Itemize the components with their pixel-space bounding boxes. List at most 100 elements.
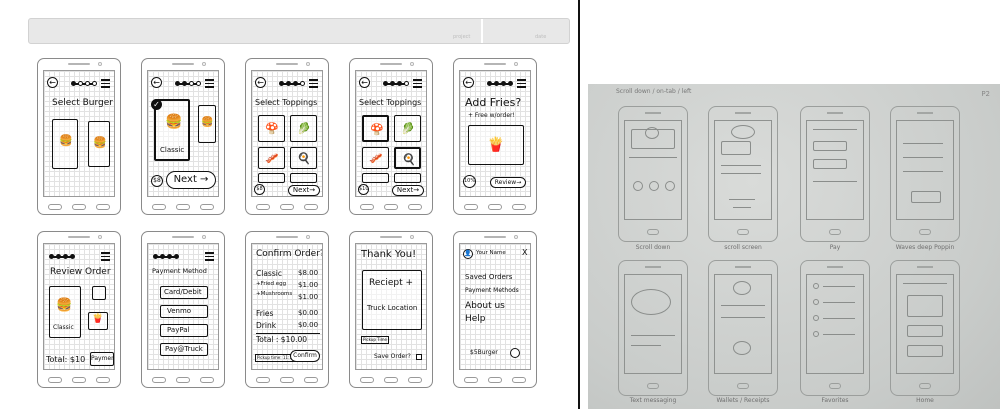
sketch-phone-scroll-down — [618, 106, 688, 242]
sketch-caption-5: Text messaging — [629, 397, 677, 404]
screen-add-fries: ← Add Fries? + Free w/order! 🍟 10% Revie… — [459, 70, 531, 197]
photo-caption: Scroll down / on-tab / left — [616, 88, 692, 95]
progress-dots — [383, 81, 409, 86]
truck-location-label: Truck Location — [367, 304, 418, 312]
sketch-caption-7: Favorites — [821, 397, 849, 404]
phone-thank-you: Thank You! Reciept + Truck Location Pick… — [349, 231, 433, 388]
photo-page-number: P2 — [981, 90, 990, 98]
brand-name: $5Burger — [470, 349, 498, 356]
topping-mushroom[interactable]: 🍄 — [258, 115, 285, 142]
payment-button[interactable]: Payment — [90, 352, 114, 366]
header-date-label: date — [535, 34, 547, 40]
receipt-card: Reciept + Truck Location — [362, 270, 422, 330]
burger-card-stacked[interactable]: 🍔 — [88, 121, 110, 167]
topping-extra-2[interactable] — [394, 173, 421, 183]
line-price-classic: $8.00 — [298, 269, 319, 277]
page-title: Thank You! — [361, 249, 417, 260]
next-button[interactable]: Next→ — [288, 185, 320, 196]
hamburger-menu-icon[interactable] — [309, 79, 318, 90]
line-price-egg: $1.00 — [298, 281, 319, 289]
line-label-drink: Drink — [256, 321, 277, 330]
confirm-button[interactable]: Confirm — [290, 350, 320, 362]
next-button[interactable]: Next→ — [392, 185, 424, 196]
sketch-caption-2: scroll screen — [724, 244, 762, 251]
phone-payment-method: Payment Method Card/Debit Venmo PayPal P… — [141, 231, 225, 388]
paper-sketch-photo: Scroll down / on-tab / left P2 Scroll do… — [588, 84, 1000, 409]
sketch-caption-1: Scroll down — [635, 244, 671, 251]
progress-dots — [175, 81, 201, 86]
topping-bacon[interactable]: 🥓 — [258, 147, 285, 169]
screen-burger-selected: ← 🍔 Classic ✓ 🍔 $8 Next → — [147, 70, 219, 197]
back-arrow-icon[interactable]: ← — [359, 77, 370, 88]
phone-select-burger: ← Select Burger 🍔 🍔 — [37, 58, 121, 215]
topping-bacon[interactable]: 🥓 — [362, 147, 389, 169]
burger-name: Classic — [53, 324, 74, 331]
burger-name: Classic — [160, 146, 185, 154]
leaf-icon: 🥬 — [401, 122, 415, 135]
payment-option-card[interactable]: Card/Debit — [160, 286, 208, 299]
hamburger-menu-icon[interactable] — [205, 252, 214, 263]
page-title: Payment Method — [152, 267, 207, 275]
progress-dots — [153, 254, 179, 259]
menu-item-about-us[interactable]: About us — [465, 301, 505, 311]
topping-mushroom-selected[interactable]: 🍄 — [362, 115, 389, 142]
payment-option-truck[interactable]: Pay@Truck — [160, 343, 208, 356]
menu-item-help[interactable]: Help — [465, 314, 486, 324]
phone-select-toppings: ← Select Toppings 🍄 🥬 🥓 🍳 $8 Next→ — [245, 58, 329, 215]
screen-thank-you: Thank You! Reciept + Truck Location Pick… — [355, 243, 427, 370]
payment-option-paypal[interactable]: PayPal — [160, 324, 208, 337]
topping-extra-1[interactable] — [258, 173, 285, 183]
back-arrow-icon[interactable]: ← — [151, 77, 162, 88]
topping-egg[interactable]: 🍳 — [290, 147, 317, 169]
egg-icon: 🍳 — [297, 152, 311, 165]
hamburger-menu-icon[interactable] — [205, 79, 214, 90]
header-project-label: project — [453, 34, 471, 40]
order-burger-card: 🍔 Classic — [49, 286, 81, 338]
sketch-caption-8: Home — [916, 397, 934, 404]
fries-card[interactable]: 🍟 — [468, 125, 524, 165]
hamburger-menu-icon[interactable] — [101, 252, 110, 263]
screen-side-menu: 👤 Your Name X Saved Orders Payment Metho… — [459, 243, 531, 370]
review-button[interactable]: Review→ — [490, 177, 526, 188]
topping-lettuce[interactable]: 🥬 — [290, 115, 317, 142]
hamburger-menu-icon[interactable] — [517, 79, 526, 90]
menu-item-payment-methods[interactable]: Payment Methods — [465, 287, 519, 294]
hamburger-menu-icon[interactable] — [413, 79, 422, 90]
topping-extra-1[interactable] — [362, 173, 389, 183]
back-arrow-icon[interactable]: ← — [47, 77, 58, 88]
topping-egg-selected[interactable]: 🍳 — [394, 147, 421, 169]
progress-dots — [71, 81, 97, 86]
menu-item-saved-orders[interactable]: Saved Orders — [465, 273, 512, 281]
price-badge: $8 — [151, 175, 163, 187]
back-arrow-icon[interactable]: ← — [255, 77, 266, 88]
phone-burger-selected: ← 🍔 Classic ✓ 🍔 $8 Next → — [141, 58, 225, 215]
mushroom-icon: 🍄 — [370, 123, 384, 136]
line-price-drink: $0.00 — [298, 321, 319, 329]
save-order-checkbox[interactable] — [416, 354, 422, 360]
next-button[interactable]: Next → — [166, 171, 216, 189]
sheet-header-bar: project date — [28, 18, 570, 44]
topping-extra-2[interactable] — [290, 173, 317, 183]
discount-badge: 10% — [463, 175, 476, 188]
page-title: Add Fries? — [465, 96, 522, 109]
screen-toppings-selected: ← Select Toppings 🍄 🥬 🥓 🍳 $10 Next→ — [355, 70, 427, 197]
close-icon[interactable]: X — [522, 248, 527, 257]
leaf-icon: 🥬 — [297, 122, 311, 135]
burger-card-stacked[interactable]: 🍔 — [198, 105, 216, 143]
page-title: Select Toppings — [255, 98, 318, 107]
free-fries-note: + Free w/order! — [468, 112, 515, 119]
back-arrow-icon[interactable]: ← — [463, 77, 474, 88]
topping-lettuce[interactable]: 🥬 — [394, 115, 421, 142]
line-price-mushrooms: $1.00 — [298, 293, 319, 301]
hamburger-menu-icon[interactable] — [101, 79, 110, 90]
burger-card-classic[interactable]: 🍔 — [52, 119, 78, 169]
payment-option-venmo[interactable]: Venmo — [160, 305, 208, 318]
fries-icon: 🍟 — [487, 137, 505, 153]
user-avatar-icon: 👤 — [463, 249, 473, 259]
page-title: Confirm Order? — [256, 249, 323, 259]
save-order-label[interactable]: Save Order? — [374, 353, 411, 360]
progress-dots — [279, 81, 305, 86]
page-title: Select Toppings — [359, 98, 422, 107]
screen-confirm-order: Confirm Order? Classic $8.00 +Fried egg … — [251, 243, 323, 370]
phone-confirm-order: Confirm Order? Classic $8.00 +Fried egg … — [245, 231, 329, 388]
